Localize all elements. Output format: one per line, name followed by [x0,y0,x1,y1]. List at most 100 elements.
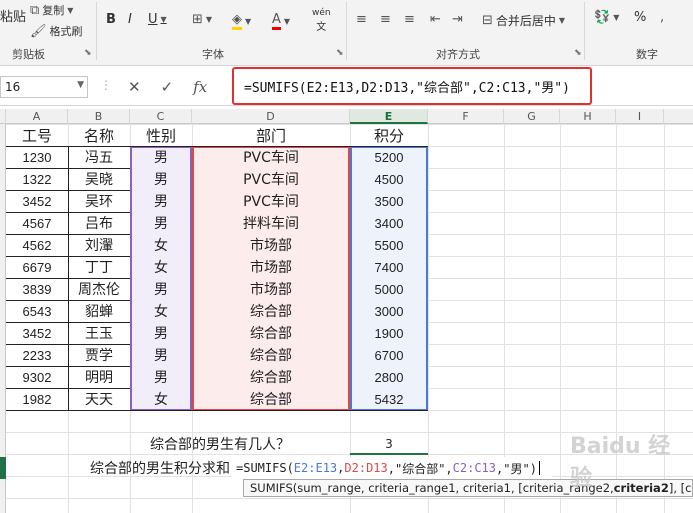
header-cell[interactable]: 积分 [350,124,428,146]
cell-employee-id[interactable]: 4562 [6,234,68,256]
borders-button[interactable]: ⊞ ▼ [192,12,212,27]
italic-button[interactable]: I [128,12,132,27]
cell-points[interactable]: 2800 [350,366,428,388]
cell-points[interactable]: 6700 [350,344,428,366]
cell-points[interactable]: 5500 [350,234,428,256]
cell-gender[interactable]: 男 [130,344,192,366]
cell-name[interactable]: 丁丁 [68,256,130,278]
name-box[interactable]: 16 ▼ [0,76,88,98]
cell-department[interactable]: 综合部 [192,366,350,388]
align-center-button[interactable]: ≡ [380,12,391,27]
cell-gender[interactable]: 女 [130,234,192,256]
cell-employee-id[interactable]: 3839 [6,278,68,300]
column-header-c[interactable]: C [130,109,192,124]
header-cell[interactable]: 性别 [130,124,192,146]
cell-employee-id[interactable]: 3452 [6,190,68,212]
cell-employee-id[interactable]: 1230 [6,146,68,168]
cell-name[interactable]: 吕布 [68,212,130,234]
cell-department[interactable]: PVC车间 [192,146,350,168]
cell-points[interactable]: 5200 [350,146,428,168]
cell-points[interactable]: 3400 [350,212,428,234]
cell-points[interactable]: 3000 [350,300,428,322]
cell-department[interactable]: 市场部 [192,278,350,300]
font-color-button[interactable]: A ▼ [272,12,290,30]
cell-gender[interactable]: 男 [130,212,192,234]
align-left-button[interactable]: ≡ [356,12,367,27]
column-header-f[interactable]: F [428,109,504,124]
cell-name[interactable]: 刘瀈 [68,234,130,256]
cell-gender[interactable]: 男 [130,322,192,344]
cell-name[interactable]: 明明 [68,366,130,388]
cell-points[interactable]: 7400 [350,256,428,278]
cell-department[interactable]: 市场部 [192,256,350,278]
column-header-e[interactable]: E [350,109,428,124]
cell-name[interactable]: 天天 [68,388,130,410]
font-launcher-icon[interactable]: ⬊ [336,48,344,58]
cell-employee-id[interactable]: 6543 [6,300,68,322]
clipboard-launcher-icon[interactable]: ⬊ [84,48,92,58]
question-sum[interactable]: 综合部的男生积分求和 [70,457,230,479]
paste-button[interactable]: 粘贴 [0,6,26,25]
comma-style-button[interactable]: , [660,10,664,25]
cell-department[interactable]: 市场部 [192,234,350,256]
increase-indent-button[interactable]: ⇥ [452,12,463,27]
align-right-button[interactable]: ≡ [404,12,415,27]
format-painter-button[interactable]: 🖌 格式刷 [30,23,83,39]
column-header-h[interactable]: H [560,109,616,124]
cell-gender[interactable]: 女 [130,388,192,410]
cell-employee-id[interactable]: 2233 [6,344,68,366]
underline-button[interactable]: U ▼ [148,12,167,27]
cell-gender[interactable]: 男 [130,366,192,388]
cell-employee-id[interactable]: 1322 [6,168,68,190]
fill-color-button[interactable]: ◈ ▼ [232,12,251,30]
column-header-i[interactable]: I [616,109,664,124]
chevron-down-icon[interactable]: ▼ [77,80,84,90]
header-cell[interactable]: 名称 [68,124,130,146]
cell-name[interactable]: 吴晓 [68,168,130,190]
cell-gender[interactable]: 男 [130,278,192,300]
cell-department[interactable]: 综合部 [192,344,350,366]
phonetic-button[interactable]: wén 文 [312,8,331,33]
column-header-g[interactable]: G [504,109,560,124]
formula-bar-splitter-icon[interactable]: ⋮ [100,78,112,92]
cell-name[interactable]: 周杰伦 [68,278,130,300]
cell-department[interactable]: 拌料车间 [192,212,350,234]
merge-center-button[interactable]: ⊟ 合并后居中 ▼ [482,12,565,29]
cell-gender[interactable]: 女 [130,256,192,278]
cell-points[interactable]: 4500 [350,168,428,190]
percent-button[interactable]: % [634,10,646,25]
active-cell-editor[interactable]: =SUMIFS(E2:E13, D2:D13 ,"综合部", C2:C13 ,"男") [232,457,552,479]
cell-employee-id[interactable]: 4567 [6,212,68,234]
cancel-icon[interactable]: ✕ [128,78,141,96]
cell-gender[interactable]: 女 [130,300,192,322]
cell-points[interactable]: 5000 [350,278,428,300]
column-header-b[interactable]: B [68,109,130,124]
cell-gender[interactable]: 男 [130,190,192,212]
cell-name[interactable]: 贾学 [68,344,130,366]
cell-employee-id[interactable]: 6679 [6,256,68,278]
alignment-launcher-icon[interactable]: ⬊ [574,48,582,58]
cell-name[interactable]: 王玉 [68,322,130,344]
cell-department[interactable]: PVC车间 [192,190,350,212]
cell-department[interactable]: PVC车间 [192,168,350,190]
cell-points[interactable]: 5432 [350,388,428,410]
enter-icon[interactable]: ✓ [161,78,174,96]
cell-department[interactable]: 综合部 [192,300,350,322]
cell-points[interactable]: 1900 [350,322,428,344]
copy-button[interactable]: ⧉ 复制 ▼ [30,2,73,18]
header-cell[interactable]: 部门 [192,124,350,146]
formula-input[interactable]: =SUMIFS(E2:E13,D2:D13,"综合部",C2:C13,"男") [232,67,592,105]
cell-name[interactable]: 貂蝉 [68,300,130,322]
currency-button[interactable]: 💱 ▼ [594,10,619,25]
cell-name[interactable]: 冯五 [68,146,130,168]
cell-department[interactable]: 综合部 [192,322,350,344]
decrease-indent-button[interactable]: ⇤ [430,12,441,27]
column-header-a[interactable]: A [6,109,68,124]
cell-gender[interactable]: 男 [130,146,192,168]
cell-employee-id[interactable]: 9302 [6,366,68,388]
answer-count[interactable]: 3 [350,435,428,455]
insert-function-icon[interactable]: fx [193,78,207,96]
column-header-d[interactable]: D [192,109,350,124]
cell-employee-id[interactable]: 1982 [6,388,68,410]
cell-employee-id[interactable]: 3452 [6,322,68,344]
